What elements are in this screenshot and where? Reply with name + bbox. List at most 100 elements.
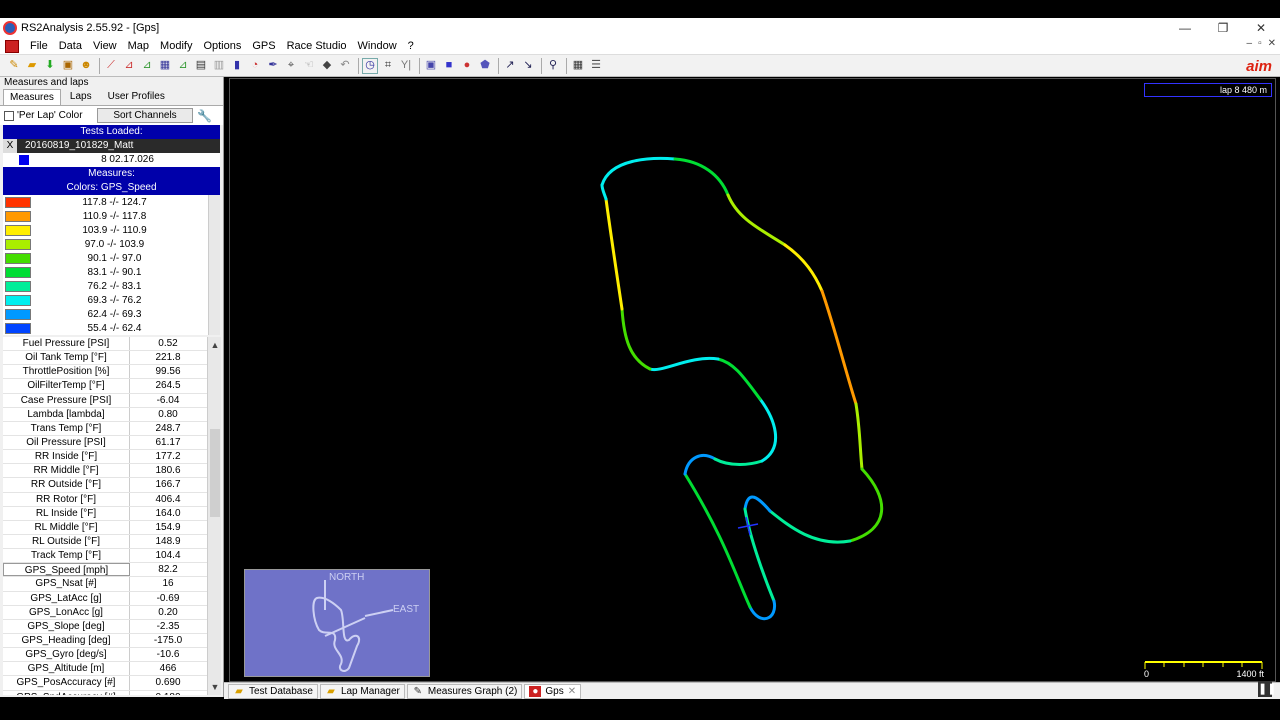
graph-pen-icon[interactable]: ⟋ bbox=[103, 58, 119, 74]
measure-row[interactable]: Case Pressure [PSI] -6.04 bbox=[3, 393, 221, 408]
color-swatch[interactable] bbox=[5, 280, 31, 292]
menu-race-studio[interactable]: Race Studio bbox=[282, 40, 353, 52]
color-swatch[interactable] bbox=[5, 196, 31, 208]
chart-icon[interactable]: ⊿ bbox=[121, 58, 137, 74]
line-chart-icon[interactable]: ⊿ bbox=[139, 58, 155, 74]
user-icon[interactable]: ☻ bbox=[78, 58, 94, 74]
list-icon[interactable]: ☰ bbox=[588, 58, 604, 74]
tab-user-profiles[interactable]: User Profiles bbox=[101, 88, 172, 105]
tab-gps[interactable]: ● Gps ✕ bbox=[524, 683, 582, 699]
mdi-close-button[interactable]: ✕ bbox=[1268, 38, 1276, 49]
scroll-down-icon[interactable]: ▼ bbox=[208, 681, 221, 693]
mdi-restore-button[interactable]: ▫ bbox=[1258, 38, 1262, 49]
split-chart-icon[interactable]: ▦ bbox=[157, 58, 173, 74]
menu-gps[interactable]: GPS bbox=[247, 40, 281, 52]
measure-row[interactable]: GPS_SpdAccuracy [#]0.180 bbox=[3, 690, 221, 695]
measure-row[interactable]: Trans Temp [°F] 248.7 bbox=[3, 421, 221, 436]
map-track-icon[interactable]: ⬟ bbox=[477, 58, 493, 74]
fit-icon[interactable]: ⌗ bbox=[380, 58, 396, 74]
scroll-thumb[interactable] bbox=[210, 429, 220, 517]
color-range-row[interactable]: 117.8 -/- 124.7 bbox=[3, 195, 220, 209]
map-view-icon[interactable]: ▣ bbox=[423, 58, 439, 74]
measure-row[interactable]: RL Outside [°F] 148.9 bbox=[3, 534, 221, 550]
measure-row[interactable]: Oil Pressure [PSI] 61.17 bbox=[3, 435, 221, 451]
close-button[interactable]: ✕ bbox=[1242, 18, 1280, 38]
graph-select-icon[interactable]: ⊿ bbox=[175, 58, 191, 74]
lap-row[interactable]: 8 02.17.026 bbox=[3, 153, 220, 167]
color-legend-scrollbar[interactable] bbox=[208, 195, 220, 335]
menu-view[interactable]: View bbox=[88, 40, 123, 52]
sort-channels-button[interactable]: Sort Channels bbox=[97, 108, 193, 123]
menu-map[interactable]: Map bbox=[123, 40, 155, 52]
measure-row[interactable]: RR Middle [°F] 180.6 bbox=[3, 464, 221, 479]
measure-row[interactable]: Track Temp [°F] 104.4 bbox=[3, 549, 221, 564]
color-range-row[interactable]: 69.3 -/- 76.2 bbox=[3, 293, 220, 307]
document-icon[interactable]: ▤ bbox=[193, 58, 209, 74]
measure-row[interactable]: OilFilterTemp [°F] 264.5 bbox=[3, 379, 221, 394]
color-swatch[interactable] bbox=[5, 252, 31, 264]
color-range-row[interactable]: 90.1 -/- 97.0 bbox=[3, 251, 220, 265]
open-folder-icon[interactable]: ▰ bbox=[24, 58, 40, 74]
measure-row[interactable]: GPS_Speed [mph] 82.2 bbox=[3, 563, 221, 578]
zoom-in-icon[interactable]: ↗ bbox=[502, 58, 518, 74]
color-swatch[interactable] bbox=[5, 238, 31, 250]
measure-icon[interactable]: Y| bbox=[398, 58, 414, 74]
color-swatch[interactable] bbox=[5, 266, 31, 278]
color-range-row[interactable]: 62.4 -/- 69.3 bbox=[3, 307, 220, 321]
table-icon[interactable]: ▥ bbox=[211, 58, 227, 74]
color-range-row[interactable]: 97.0 -/- 103.9 bbox=[3, 237, 220, 251]
eraser-icon[interactable]: ◆ bbox=[319, 58, 335, 74]
measure-row[interactable]: RR Rotor [°F] 406.4 bbox=[3, 492, 221, 507]
mdi-child-icon[interactable] bbox=[5, 39, 19, 53]
clock-icon[interactable]: ◷ bbox=[362, 57, 378, 74]
color-range-row[interactable]: 103.9 -/- 110.9 bbox=[3, 223, 220, 237]
close-tab-icon[interactable]: ✕ bbox=[568, 686, 576, 697]
gauge-icon[interactable]: ◔ bbox=[247, 58, 263, 74]
measure-row[interactable]: GPS_Gyro [deg/s] -10.6 bbox=[3, 648, 221, 663]
tab-test-database[interactable]: ▰ Test Database bbox=[228, 683, 318, 699]
color-range-row[interactable]: 55.4 -/- 62.4 bbox=[3, 321, 220, 335]
menu-file[interactable]: File bbox=[25, 40, 54, 52]
minimize-button[interactable]: — bbox=[1166, 18, 1204, 38]
measure-row[interactable]: RR Inside [°F] 177.2 bbox=[3, 450, 221, 465]
tab-measures-graph[interactable]: ✎ Measures Graph (2) bbox=[406, 683, 523, 699]
map-color-icon[interactable]: ● bbox=[459, 58, 475, 74]
scroll-up-icon[interactable]: ▲ bbox=[208, 339, 221, 351]
color-range-row[interactable]: 110.9 -/- 117.8 bbox=[3, 209, 220, 223]
grid-icon[interactable]: ▦ bbox=[570, 58, 586, 74]
color-range-row[interactable]: 76.2 -/- 83.1 bbox=[3, 279, 220, 293]
menu-help[interactable]: ? bbox=[403, 40, 420, 52]
measure-row[interactable]: Lambda [lambda] 0.80 bbox=[3, 407, 221, 422]
measure-row[interactable]: GPS_LonAcc [g] 0.20 bbox=[3, 605, 221, 620]
measure-row[interactable]: Oil Tank Temp [°F] 221.8 bbox=[3, 351, 221, 366]
pause-icon[interactable]: ❚❚ bbox=[1258, 681, 1276, 697]
color-swatch[interactable] bbox=[5, 210, 31, 222]
test-row[interactable]: X 20160819_101829_Matt Romanowsi_Watkins bbox=[3, 139, 220, 165]
map-box-icon[interactable]: ■ bbox=[441, 58, 457, 74]
menu-modify[interactable]: Modify bbox=[155, 40, 198, 52]
cursor-icon[interactable]: ↶ bbox=[337, 58, 353, 74]
color-swatch[interactable] bbox=[5, 308, 31, 320]
menu-window[interactable]: Window bbox=[353, 40, 403, 52]
restore-button[interactable]: ❐ bbox=[1204, 18, 1242, 38]
measure-row[interactable]: GPS_Nsat [#] 16 bbox=[3, 577, 221, 592]
open-test-icon[interactable]: ✎ bbox=[6, 58, 22, 74]
mini-map[interactable]: NORTH EAST bbox=[244, 569, 430, 677]
remove-test-button[interactable]: X bbox=[3, 139, 17, 153]
mdi-minimize-button[interactable]: – bbox=[1247, 38, 1253, 49]
per-lap-color-checkbox[interactable] bbox=[4, 110, 14, 121]
gps-map-view[interactable]: lap 8 480 m NORTH EAST 0 1400 ft bbox=[229, 78, 1276, 682]
menu-options[interactable]: Options bbox=[198, 40, 247, 52]
color-swatch[interactable] bbox=[5, 322, 31, 334]
measure-row[interactable]: GPS_PosAccuracy [#] 0.690 bbox=[3, 676, 221, 691]
measure-row[interactable]: RR Outside [°F] 166.7 bbox=[3, 478, 221, 493]
color-range-row[interactable]: 83.1 -/- 90.1 bbox=[3, 265, 220, 279]
measure-row[interactable]: GPS_Altitude [m] 466 bbox=[3, 662, 221, 677]
download-icon[interactable]: ⬇ bbox=[42, 58, 58, 74]
tab-laps[interactable]: Laps bbox=[63, 88, 99, 105]
pen-icon[interactable]: ✒ bbox=[265, 58, 281, 74]
measures-scrollbar[interactable]: ▲ ▼ bbox=[207, 337, 221, 695]
color-swatch[interactable] bbox=[5, 224, 31, 236]
tab-measures[interactable]: Measures bbox=[3, 89, 61, 105]
zoom-out-icon[interactable]: ↘ bbox=[520, 58, 536, 74]
